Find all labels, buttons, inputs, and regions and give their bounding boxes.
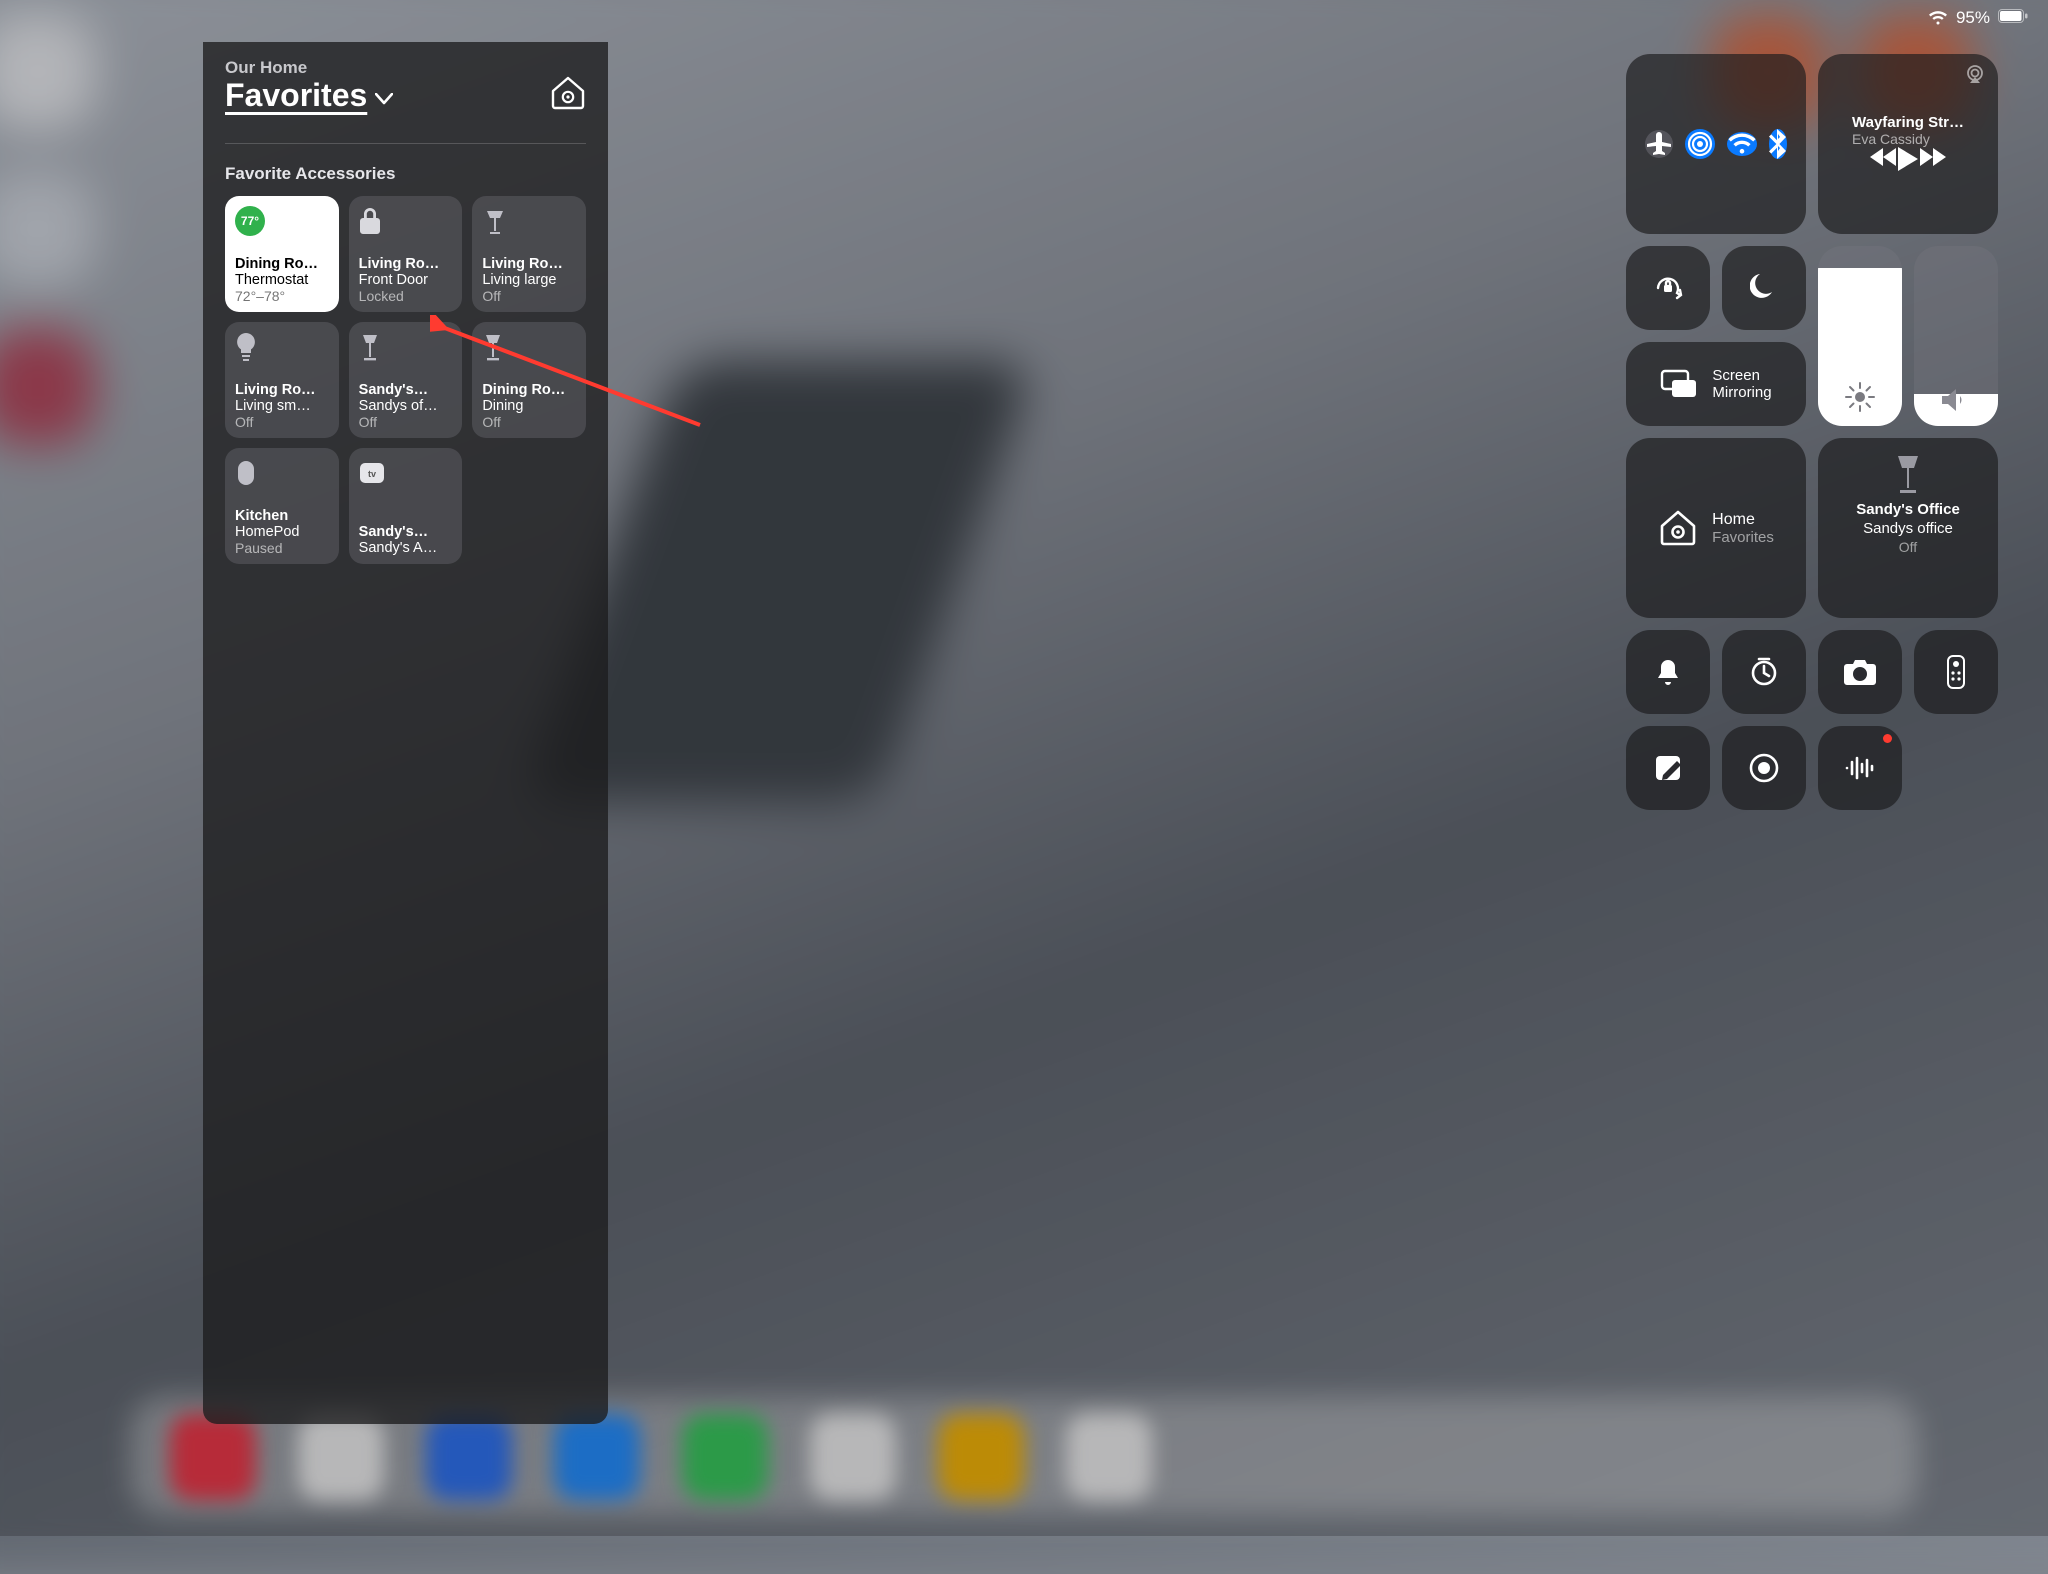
bulb-icon	[235, 332, 329, 362]
accessory-living-large[interactable]: Living Ro… Living large Off	[472, 196, 586, 312]
accessory-homepod[interactable]: Kitchen HomePod Paused	[225, 448, 339, 564]
homepod-icon	[235, 458, 329, 488]
screen-record-button[interactable]	[1722, 726, 1806, 810]
appletv-icon: tv	[359, 458, 453, 488]
apple-tv-remote-button[interactable]	[1914, 630, 1998, 714]
accessory-tile-sandys-office[interactable]: Sandy's Office Sandys office Off	[1818, 438, 1998, 618]
volume-icon	[1942, 388, 1970, 412]
wifi-toggle[interactable]	[1727, 132, 1757, 156]
home-tile-subtitle: Favorites	[1712, 529, 1774, 546]
screen-mirroring-icon	[1660, 369, 1698, 399]
rewind-button[interactable]	[1870, 147, 1898, 176]
status-bar: 95%	[1928, 8, 2028, 28]
airplane-toggle[interactable]	[1645, 130, 1673, 158]
fast-forward-button[interactable]	[1918, 147, 1946, 176]
favorites-title: Favorites	[225, 77, 367, 114]
airplay-icon[interactable]	[1964, 64, 1986, 89]
home-name: Our Home	[225, 58, 586, 78]
favorites-dropdown[interactable]: Favorites	[225, 77, 393, 114]
now-playing-artist: Eva Cassidy	[1852, 131, 1964, 147]
home-favorites-button[interactable]: Home Favorites	[1626, 438, 1806, 618]
wifi-icon	[1928, 11, 1948, 26]
home-favorites-panel: Our Home Favorites Favorite Accessories …	[203, 42, 608, 1424]
desk-lamp-icon	[359, 332, 453, 362]
camera-button[interactable]	[1818, 630, 1902, 714]
timer-button[interactable]	[1722, 630, 1806, 714]
control-center: Wayfaring Str… Eva Cassidy ScreenMirrori…	[1626, 54, 2006, 810]
connectivity-module	[1626, 54, 1806, 234]
rotation-lock-toggle[interactable]	[1626, 246, 1710, 330]
play-button[interactable]	[1898, 147, 1918, 176]
chevron-down-icon	[375, 93, 393, 105]
brightness-slider[interactable]	[1818, 246, 1902, 426]
desk-lamp-icon	[482, 332, 576, 362]
screen-mirroring-button[interactable]: ScreenMirroring	[1626, 342, 1806, 426]
now-playing-module[interactable]: Wayfaring Str… Eva Cassidy	[1818, 54, 1998, 234]
home-icon	[1658, 509, 1698, 547]
svg-text:tv: tv	[368, 469, 376, 479]
home-tile-title: Home	[1712, 511, 1774, 529]
accessory-thermostat[interactable]: 77° Dining Ro… Thermostat 72°–78°	[225, 196, 339, 312]
silent-mode-toggle[interactable]	[1626, 630, 1710, 714]
bluetooth-toggle[interactable]	[1769, 129, 1787, 159]
quick-note-button[interactable]	[1626, 726, 1710, 810]
home-app-icon[interactable]	[550, 76, 586, 115]
accessory-grid: 77° Dining Ro… Thermostat 72°–78° Living…	[225, 196, 586, 564]
battery-percent: 95%	[1956, 8, 1990, 28]
lock-icon	[359, 206, 453, 236]
airdrop-toggle[interactable]	[1685, 129, 1715, 159]
accessory-sandys-office[interactable]: Sandy's… Sandys of… Off	[349, 322, 463, 438]
battery-icon	[1998, 8, 2028, 28]
accessory-front-door[interactable]: Living Ro… Front Door Locked	[349, 196, 463, 312]
accessory-living-small[interactable]: Living Ro… Living sm… Off	[225, 322, 339, 438]
do-not-disturb-toggle[interactable]	[1722, 246, 1806, 330]
floor-lamp-icon	[482, 206, 576, 236]
brightness-icon	[1845, 382, 1875, 412]
now-playing-title: Wayfaring Str…	[1852, 114, 1964, 131]
voice-memos-button[interactable]	[1818, 726, 1902, 810]
section-header: Favorite Accessories	[225, 143, 586, 184]
thermostat-badge: 77°	[235, 206, 265, 236]
volume-slider[interactable]	[1914, 246, 1998, 426]
desk-lamp-icon	[1893, 454, 1923, 494]
accessory-dining[interactable]: Dining Ro… Dining Off	[472, 322, 586, 438]
accessory-appletv[interactable]: tv Sandy's… Sandy's A…	[349, 448, 463, 564]
